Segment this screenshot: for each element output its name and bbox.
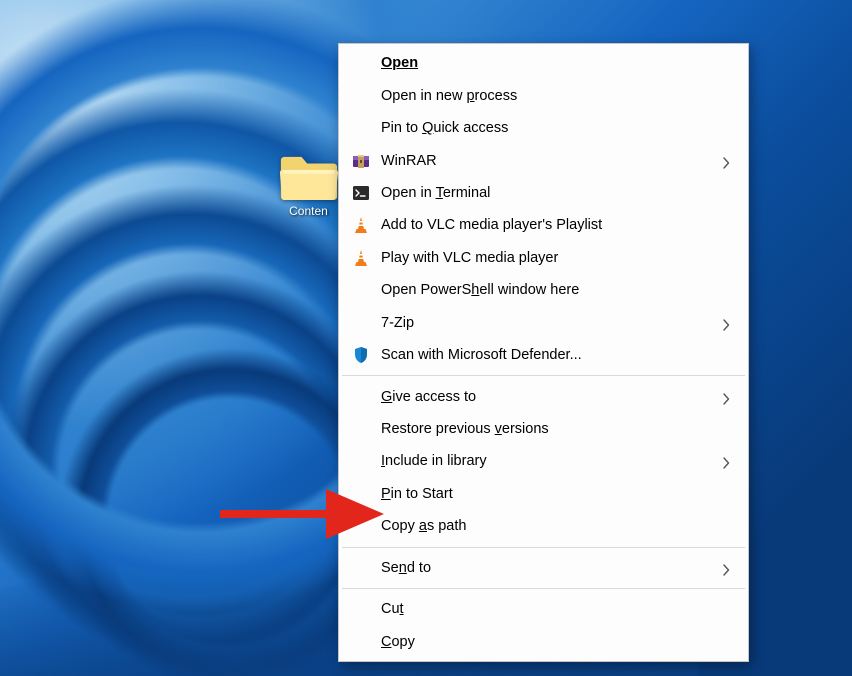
shield-icon (351, 345, 371, 365)
menu-open-new-process[interactable]: Open in new process (341, 79, 746, 111)
menu-7zip[interactable]: 7-Zip (341, 307, 746, 339)
chevron-right-icon (722, 564, 730, 572)
menu-pin-quick-access[interactable]: Pin to Quick access (341, 112, 746, 144)
chevron-right-icon (722, 157, 730, 165)
menu-add-vlc-playlist[interactable]: Add to VLC media player's Playlist (341, 209, 746, 241)
menu-open-terminal[interactable]: Open in Terminal (341, 177, 746, 209)
menu-give-access-to[interactable]: Give access to (341, 380, 746, 412)
winrar-icon (351, 151, 371, 171)
chevron-right-icon (722, 457, 730, 465)
menu-open-powershell[interactable]: Open PowerShell window here (341, 274, 746, 306)
terminal-icon (351, 183, 371, 203)
menu-copy[interactable]: Copy (341, 625, 746, 657)
menu-include-in-library[interactable]: Include in library (341, 445, 746, 477)
menu-cut[interactable]: Cut (341, 593, 746, 625)
menu-send-to[interactable]: Send to (341, 552, 746, 584)
chevron-right-icon (722, 319, 730, 327)
folder-icon (279, 155, 339, 202)
vlc-cone-icon (351, 248, 371, 268)
menu-scan-defender[interactable]: Scan with Microsoft Defender... (341, 339, 746, 371)
menu-open[interactable]: Open (341, 47, 746, 79)
menu-separator (342, 588, 745, 589)
vlc-cone-icon (351, 215, 371, 235)
menu-separator (342, 375, 745, 376)
menu-play-vlc[interactable]: Play with VLC media player (341, 242, 746, 274)
menu-restore-previous-versions[interactable]: Restore previous versions (341, 413, 746, 445)
menu-winrar[interactable]: WinRAR (341, 144, 746, 176)
chevron-right-icon (722, 393, 730, 401)
context-menu: Open Open in new process Pin to Quick ac… (338, 43, 749, 662)
menu-separator (342, 547, 745, 548)
menu-copy-as-path[interactable]: Copy as path (341, 510, 746, 542)
menu-pin-to-start[interactable]: Pin to Start (341, 478, 746, 510)
